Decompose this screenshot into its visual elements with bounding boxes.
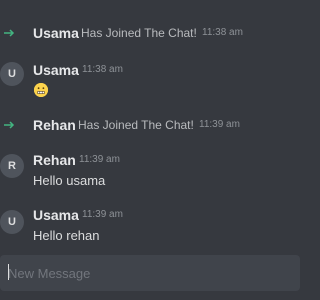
join-timestamp: 11:38 am (202, 27, 243, 38)
grimacing-face-icon (34, 83, 48, 97)
message-composer (0, 255, 300, 291)
message-input[interactable] (0, 255, 298, 291)
join-timestamp: 11:39 am (199, 119, 240, 130)
message-text: Hello rehan (33, 228, 100, 243)
avatar[interactable]: U (0, 210, 24, 234)
message: R Rehan 11:39 am Hello usama (0, 150, 300, 192)
join-text: Has Joined The Chat! (81, 26, 197, 40)
join-username[interactable]: Rehan (33, 115, 76, 135)
message: U Usama 11:39 am Hello rehan (0, 205, 300, 247)
message-text: Hello usama (33, 173, 106, 188)
message-timestamp: 11:39 am (82, 209, 123, 220)
message-author[interactable]: Rehan (33, 150, 76, 170)
join-notice: Rehan Has Joined The Chat! 11:39 am (0, 115, 300, 135)
join-arrow-icon (4, 26, 15, 40)
avatar[interactable]: U (0, 62, 24, 86)
message-author[interactable]: Usama (33, 60, 79, 80)
join-text: Has Joined The Chat! (78, 118, 194, 132)
join-arrow-icon (4, 118, 15, 132)
message: U Usama 11:38 am (0, 60, 300, 102)
text-caret (8, 264, 9, 280)
message-author[interactable]: Usama (33, 205, 79, 225)
avatar[interactable]: R (0, 154, 24, 178)
message-timestamp: 11:39 am (79, 154, 120, 165)
join-username[interactable]: Usama (33, 23, 79, 43)
message-timestamp: 11:38 am (82, 64, 123, 75)
join-notice: Usama Has Joined The Chat! 11:38 am (0, 23, 300, 43)
